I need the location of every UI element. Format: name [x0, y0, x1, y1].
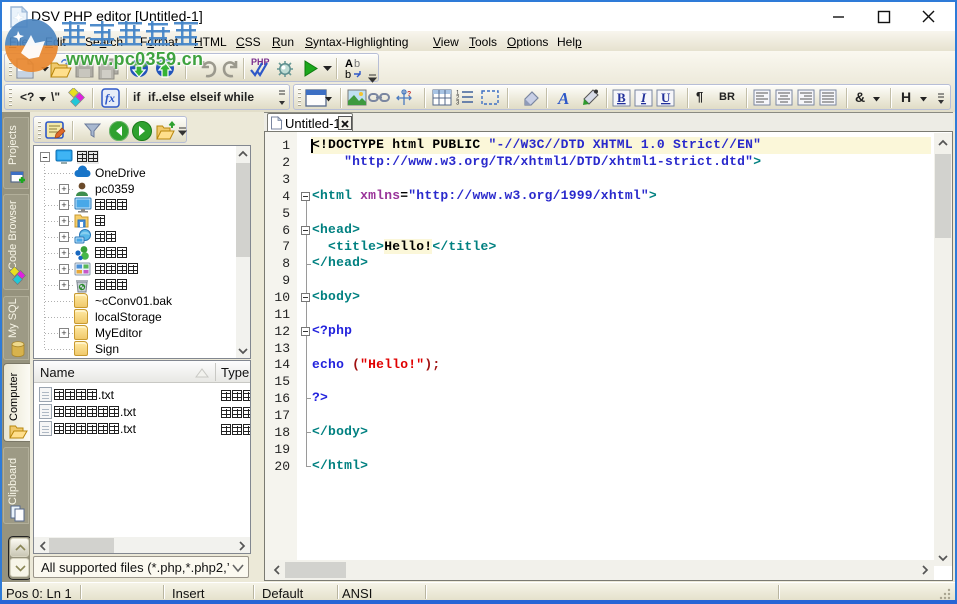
svg-text:B: B — [617, 90, 626, 105]
svg-text:b: b — [354, 58, 360, 70]
svg-text:b: b — [345, 69, 351, 81]
svg-text:fx: fx — [105, 91, 115, 105]
svg-text:?: ? — [407, 91, 411, 98]
svg-text:3: 3 — [456, 101, 460, 107]
svg-text:A: A — [557, 89, 569, 107]
svg-text:I: I — [640, 90, 647, 105]
svg-text:U: U — [661, 90, 671, 105]
